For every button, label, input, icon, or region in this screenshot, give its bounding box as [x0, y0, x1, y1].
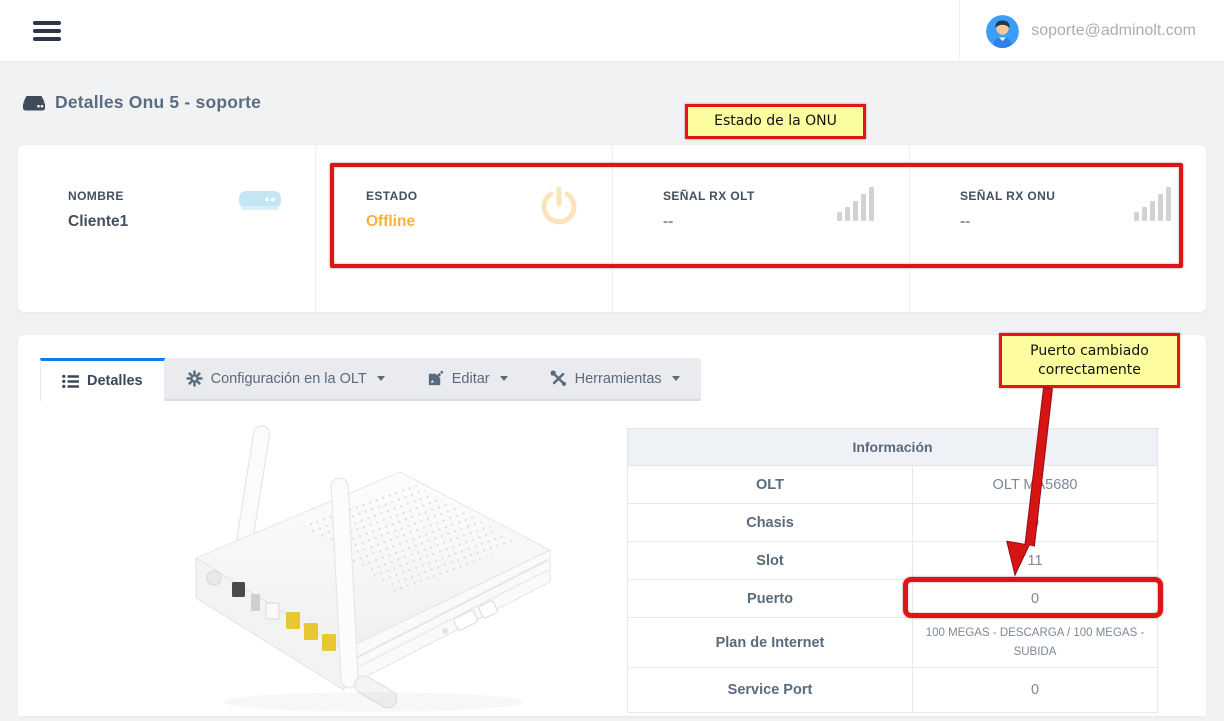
tab-editar[interactable]: Editar — [406, 358, 529, 399]
informacion-table: Información OLT OLT MA5680 Chasis 0 Slot… — [627, 428, 1158, 713]
table-header: Información — [628, 429, 1158, 466]
user-email: soporte@adminolt.com — [1031, 22, 1196, 40]
device-icon — [237, 185, 283, 217]
row-label: Puerto — [628, 580, 913, 618]
tab-label: Detalles — [87, 373, 143, 389]
annotation-status-frame — [330, 163, 1183, 268]
user-profile-menu[interactable]: soporte@adminolt.com — [959, 0, 1196, 62]
hdd-icon — [22, 93, 46, 113]
onu-details-page: soporte@adminolt.com Detalles Onu 5 - so… — [0, 0, 1224, 716]
page-title: Detalles Onu 5 - soporte — [55, 92, 261, 113]
table-row: OLT OLT MA5680 — [628, 466, 1158, 504]
tools-icon — [550, 370, 567, 387]
edit-icon — [427, 370, 444, 387]
gear-icon — [186, 370, 203, 387]
row-label: Plan de Internet — [628, 618, 913, 668]
table-row: Slot 11 — [628, 542, 1158, 580]
table-row: Service Port 0 — [628, 668, 1158, 713]
tab-herramientas[interactable]: Herramientas — [529, 358, 701, 399]
tab-group: Configuración en la OLT Editar — [165, 358, 701, 401]
list-icon — [62, 374, 79, 389]
annotation-arrow — [995, 380, 1065, 585]
row-label: Chasis — [628, 504, 913, 542]
row-label: OLT — [628, 466, 913, 504]
avatar — [986, 15, 1019, 48]
onu-device-photo — [148, 410, 563, 716]
chevron-down-icon — [672, 376, 680, 381]
chevron-down-icon — [500, 376, 508, 381]
row-label: Service Port — [628, 668, 913, 713]
annotation-puerto-frame — [903, 577, 1163, 618]
top-navbar: soporte@adminolt.com — [0, 0, 1224, 62]
table-row: Plan de Internet 100 MEGAS - DESCARGA / … — [628, 618, 1158, 668]
row-value: 0 — [913, 668, 1158, 713]
tab-label: Editar — [452, 371, 490, 387]
tab-configuracion-olt[interactable]: Configuración en la OLT — [165, 358, 406, 399]
tab-bar: Detalles — [40, 358, 701, 401]
tab-label: Configuración en la OLT — [211, 371, 367, 387]
row-label: Slot — [628, 542, 913, 580]
tab-detalles[interactable]: Detalles — [40, 358, 165, 401]
annotation-estado-onu: Estado de la ONU — [685, 104, 866, 139]
tab-label: Herramientas — [575, 371, 662, 387]
chevron-down-icon — [377, 376, 385, 381]
row-value: 100 MEGAS - DESCARGA / 100 MEGAS - SUBID… — [913, 618, 1158, 668]
table-row: Chasis 0 — [628, 504, 1158, 542]
status-section-nombre: NOMBRE Cliente1 — [18, 145, 315, 312]
hamburger-menu-icon[interactable] — [33, 21, 61, 41]
